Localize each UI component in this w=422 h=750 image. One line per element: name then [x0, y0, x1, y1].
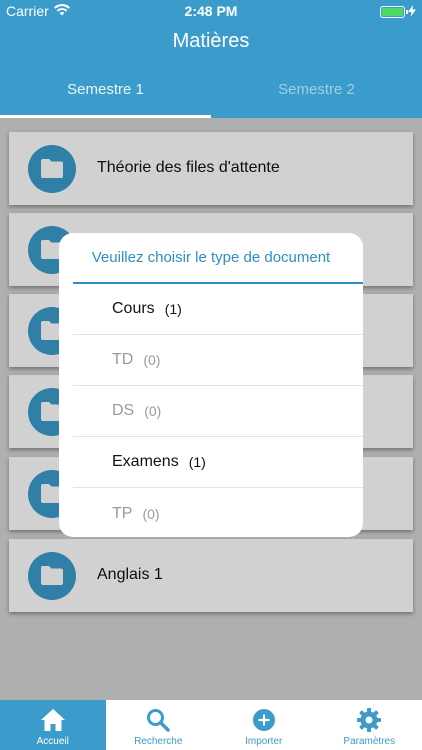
nav-label: Recherche: [134, 736, 183, 747]
option-td[interactable]: TD (0): [73, 335, 363, 386]
app-header: Carrier 2:48 PM Matières Semestre 1 Seme…: [0, 0, 422, 118]
nav-accueil[interactable]: Accueil: [0, 700, 106, 750]
option-count: (0): [142, 505, 160, 522]
gear-icon: [356, 707, 382, 733]
tab-semestre-1[interactable]: Semestre 1: [0, 70, 211, 118]
dialog-title: Veuillez choisir le type de document: [91, 249, 331, 266]
search-icon: [145, 707, 171, 733]
nav-label: Accueil: [36, 736, 69, 747]
status-bar: Carrier 2:48 PM: [0, 0, 422, 22]
charging-icon: [408, 4, 416, 20]
option-label: DS: [112, 402, 135, 419]
option-tp[interactable]: TP (0): [73, 488, 363, 537]
home-icon: [40, 707, 66, 733]
option-label: Examens: [112, 453, 179, 470]
nav-label: Paramètres: [343, 736, 396, 747]
semester-tabs: Semestre 1 Semestre 2: [0, 70, 422, 118]
option-label: Cours: [112, 300, 155, 317]
option-label: TP: [112, 504, 133, 522]
option-count: (0): [143, 352, 161, 368]
option-label: TD: [112, 351, 134, 368]
option-cours[interactable]: Cours (1): [73, 284, 363, 335]
page-title: Matières: [172, 30, 250, 52]
nav-label: Importer: [245, 736, 283, 747]
option-count: (0): [144, 403, 162, 419]
option-count: (1): [188, 454, 206, 470]
nav-parametres[interactable]: Paramètres: [317, 700, 422, 750]
option-ds[interactable]: DS (0): [73, 386, 363, 437]
plus-circle-icon: [251, 707, 277, 733]
nav-recherche[interactable]: Recherche: [106, 700, 212, 750]
option-examens[interactable]: Examens (1): [73, 437, 363, 488]
document-type-dialog: Veuillez choisir le type de document Cou…: [59, 233, 363, 537]
nav-importer[interactable]: Importer: [211, 700, 317, 750]
option-count: (1): [164, 301, 182, 317]
bottom-tab-bar: Accueil Recherche Importer Paramètres: [0, 700, 422, 750]
battery-icon: [380, 6, 408, 18]
status-time: 2:48 PM: [184, 3, 238, 19]
tab-semestre-2[interactable]: Semestre 2: [211, 70, 422, 118]
